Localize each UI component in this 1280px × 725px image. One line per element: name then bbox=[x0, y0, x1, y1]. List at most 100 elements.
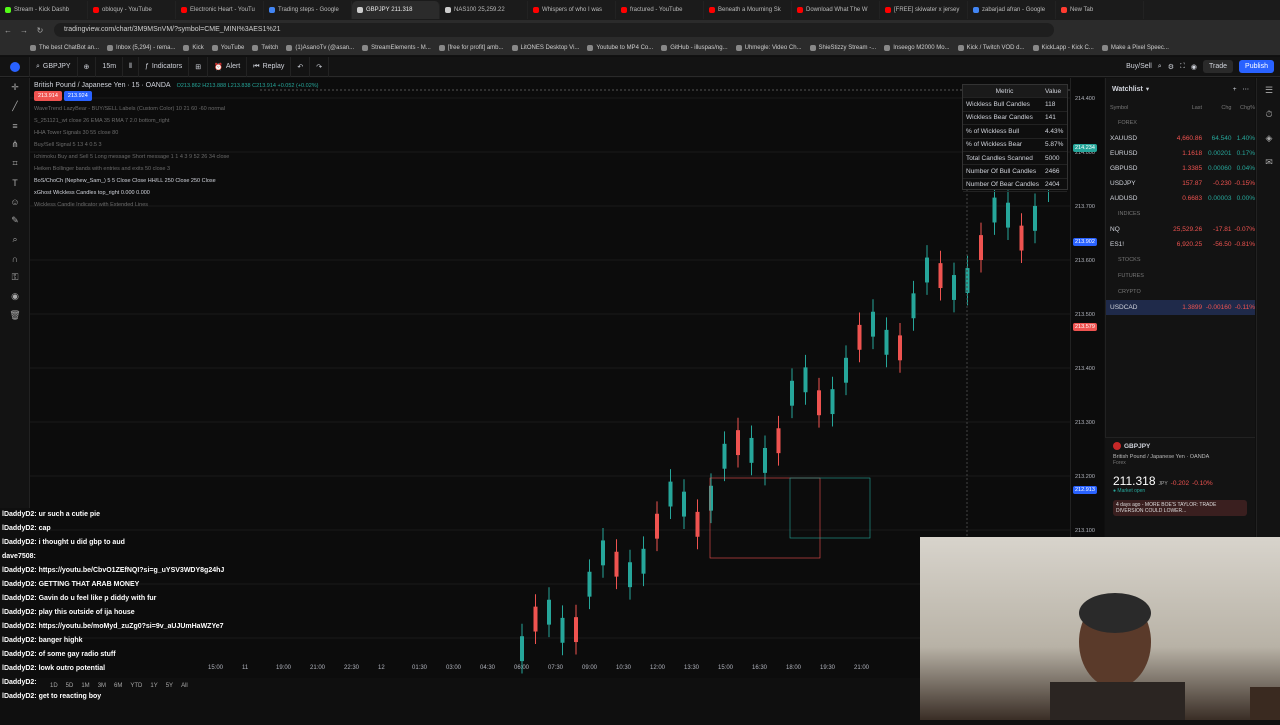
browser-tab[interactable]: GBPJPY 211.318 bbox=[352, 1, 440, 19]
settings-icon[interactable]: ⚙ bbox=[1168, 63, 1174, 71]
undo-button[interactable]: ↶ bbox=[291, 56, 311, 77]
browser-tab[interactable]: Download What The W bbox=[792, 1, 880, 19]
indicator-row[interactable]: BoS/ChoCh (Nephew_Sam_) 5 5 Close Close … bbox=[34, 175, 319, 187]
camera-icon[interactable]: ◉ bbox=[1191, 63, 1197, 71]
browser-tab[interactable]: Beneath a Mourning Sk bbox=[704, 1, 792, 19]
watchlist-icon[interactable]: ☰ bbox=[1257, 78, 1280, 102]
watchlist-column-header[interactable]: Chg% bbox=[1231, 105, 1255, 111]
url-input[interactable]: tradingview.com/chart/3M9MSnVM/?symbol=C… bbox=[54, 23, 1054, 37]
browser-tab[interactable]: zabarjad afran - Google bbox=[968, 1, 1056, 19]
bookmark-item[interactable]: Inbox (5,294) - rema... bbox=[107, 44, 175, 51]
sell-button[interactable]: 213.914 bbox=[34, 91, 62, 101]
browser-tab[interactable]: New Tab bbox=[1056, 1, 1144, 19]
fullscreen-icon[interactable]: ⛶ bbox=[1180, 63, 1185, 71]
indicator-row[interactable]: HHA Tower Signals 30 55 close 80 bbox=[34, 127, 319, 139]
compare-button[interactable]: ⊕ bbox=[78, 56, 97, 77]
watchlist-row[interactable]: AUDUSD 0.6683 0.00003 0.00% bbox=[1106, 191, 1255, 206]
indicators-button[interactable]: ƒ Indicators bbox=[139, 56, 190, 77]
browser-tab[interactable]: Trading steps - Google bbox=[264, 1, 352, 19]
avatar[interactable] bbox=[0, 56, 30, 77]
publish-button[interactable]: Publish bbox=[1239, 60, 1274, 73]
bookmark-item[interactable]: (1)AsanoTv (@asan... bbox=[286, 44, 354, 51]
watchlist-section-header[interactable]: INDICES bbox=[1106, 206, 1255, 222]
add-symbol-icon[interactable]: + bbox=[1233, 86, 1237, 93]
bookmark-item[interactable]: LitONES Desktop Vi... bbox=[511, 44, 579, 51]
indicator-row[interactable]: Ichimoku Buy and Sell 5 Long message Sho… bbox=[34, 151, 319, 163]
magnet-icon[interactable]: ∩ bbox=[0, 249, 30, 268]
watchlist-column-header[interactable]: Symbol bbox=[1110, 105, 1167, 111]
detail-symbol[interactable]: GBPJPY bbox=[1124, 443, 1150, 450]
watchlist-column-header[interactable]: Chg bbox=[1202, 105, 1231, 111]
watchlist-row[interactable]: USDCAD 1.3899 -0.00160 -0.11% bbox=[1106, 300, 1255, 315]
trash-icon[interactable]: 🗑 bbox=[0, 306, 30, 325]
replay-button[interactable]: ⏮ Replay bbox=[247, 56, 292, 77]
browser-tab[interactable]: fractured - YouTube bbox=[616, 1, 704, 19]
redo-button[interactable]: ↷ bbox=[310, 56, 330, 77]
browser-tab[interactable]: Whispers of who I was bbox=[528, 1, 616, 19]
bookmark-item[interactable]: The best ChatBot an... bbox=[30, 44, 99, 51]
bookmark-item[interactable]: Inseego M2000 Mo... bbox=[884, 44, 950, 51]
chevron-down-icon[interactable]: ▾ bbox=[1146, 85, 1149, 93]
chat-icon[interactable]: ✉ bbox=[1257, 150, 1280, 174]
bookmark-item[interactable]: ShieStizzy Stream -... bbox=[809, 44, 876, 51]
indicator-row[interactable]: Heiken Bollinger bands with entries and … bbox=[34, 163, 319, 175]
layout-button[interactable]: ⊞ bbox=[189, 56, 209, 77]
pitchfork-icon[interactable]: ⋔ bbox=[0, 135, 30, 154]
buy-button[interactable]: 213.924 bbox=[63, 91, 92, 101]
indicator-row[interactable]: Wickless Candle Indicator with Extended … bbox=[34, 199, 319, 211]
watchlist-row[interactable]: XAUUSD 4,660.86 64.540 1.40% bbox=[1106, 131, 1255, 146]
buysell-toggle[interactable]: Buy/Sell bbox=[1126, 63, 1152, 70]
pattern-icon[interactable]: ⌗ bbox=[0, 154, 30, 173]
watchlist-section-header[interactable]: STOCKS bbox=[1106, 252, 1255, 268]
text-icon[interactable]: T bbox=[0, 173, 30, 192]
reload-icon[interactable]: ↻ bbox=[32, 26, 48, 35]
browser-tab[interactable]: NAS100 25,259.22 bbox=[440, 1, 528, 19]
bookmark-item[interactable]: GitHub - illuspas/ng... bbox=[661, 44, 728, 51]
watchlist-section-header[interactable]: CRYPTO bbox=[1106, 284, 1255, 300]
indicator-row[interactable]: Buy/Sell Signal 5 13 4 0.5 3 bbox=[34, 139, 319, 151]
watchlist-section-header[interactable]: FOREX bbox=[1106, 115, 1255, 131]
browser-tab[interactable]: Electronic Heart - YouTu bbox=[176, 1, 264, 19]
back-icon[interactable]: ← bbox=[0, 26, 16, 35]
layers-icon[interactable]: ◈ bbox=[1257, 126, 1280, 150]
bookmark-item[interactable]: KickLapp - Kick C... bbox=[1032, 44, 1094, 51]
clock-icon[interactable]: ⏱ bbox=[1257, 102, 1280, 126]
lock-icon[interactable]: ⚿ bbox=[0, 268, 30, 287]
forward-icon[interactable]: → bbox=[16, 26, 32, 35]
bookmark-item[interactable]: [free for profit] amb... bbox=[438, 44, 504, 51]
news-item[interactable]: 4 days ago - MORE BOE'S TAYLOR: TRADE DI… bbox=[1113, 500, 1247, 516]
watchlist-column-header[interactable]: Last bbox=[1167, 105, 1202, 111]
chart-type-button[interactable]: ⫴ bbox=[123, 56, 139, 77]
trade-button[interactable]: Trade bbox=[1203, 60, 1234, 73]
bookmark-item[interactable]: Kick bbox=[183, 44, 204, 51]
bookmark-item[interactable]: Make a Pixel Speec... bbox=[1101, 44, 1169, 51]
watchlist-section-header[interactable]: FUTURES bbox=[1106, 268, 1255, 284]
indicator-row[interactable]: WaveTrend LazyBear - BUY/SELL Labels (Cu… bbox=[34, 103, 319, 115]
browser-tab[interactable]: obloquy - YouTube bbox=[88, 1, 176, 19]
eye-icon[interactable]: ◉ bbox=[0, 287, 30, 306]
bookmark-item[interactable]: YouTube bbox=[211, 44, 244, 51]
trendline-icon[interactable]: ╱ bbox=[0, 97, 30, 116]
smile-icon[interactable]: ☺ bbox=[0, 192, 30, 211]
watchlist-row[interactable]: GBPUSD 1.3385 0.00060 0.04% bbox=[1106, 161, 1255, 176]
bookmark-item[interactable]: Twitch bbox=[252, 44, 278, 51]
watchlist-title[interactable]: Watchlist bbox=[1112, 86, 1143, 93]
browser-tab[interactable]: Stream - Kick Dashb bbox=[0, 1, 88, 19]
watchlist-row[interactable]: ES1! 6,920.25 -56.50 -0.81% bbox=[1106, 237, 1255, 252]
symbol-search[interactable]: ⌕ GBPJPY bbox=[30, 56, 78, 77]
more-icon[interactable]: ⋯ bbox=[1243, 85, 1250, 93]
browser-tab[interactable]: [FREE] skiwater x jersey bbox=[880, 1, 968, 19]
indicator-row[interactable]: xGhost Wickless Candles top_right 0.000 … bbox=[34, 187, 319, 199]
watchlist-row[interactable]: EURUSD 1.1618 0.00201 0.17% bbox=[1106, 146, 1255, 161]
indicator-row[interactable]: S_251121_wt close 26 EMA 35 RMA 7 2.0 bo… bbox=[34, 115, 319, 127]
crosshair-icon[interactable]: ✛ bbox=[0, 78, 30, 97]
ruler-icon[interactable]: ✎ bbox=[0, 211, 30, 230]
horizontal-lines-icon[interactable]: ≡ bbox=[0, 116, 30, 135]
watchlist-row[interactable]: USDJPY 157.87 -0.230 -0.15% bbox=[1106, 176, 1255, 191]
watchlist-row[interactable]: NQ 25,529.26 -17.81 -0.07% bbox=[1106, 222, 1255, 237]
bookmark-item[interactable]: Youtube to MP4 Co... bbox=[587, 44, 653, 51]
bookmark-item[interactable]: Uhmegle: Video Ch... bbox=[735, 44, 802, 51]
bookmark-item[interactable]: Kick / Twitch VOD d... bbox=[957, 44, 1025, 51]
alert-button[interactable]: ⏰ Alert bbox=[208, 56, 248, 77]
zoom-icon[interactable]: ⌕ bbox=[0, 230, 30, 249]
